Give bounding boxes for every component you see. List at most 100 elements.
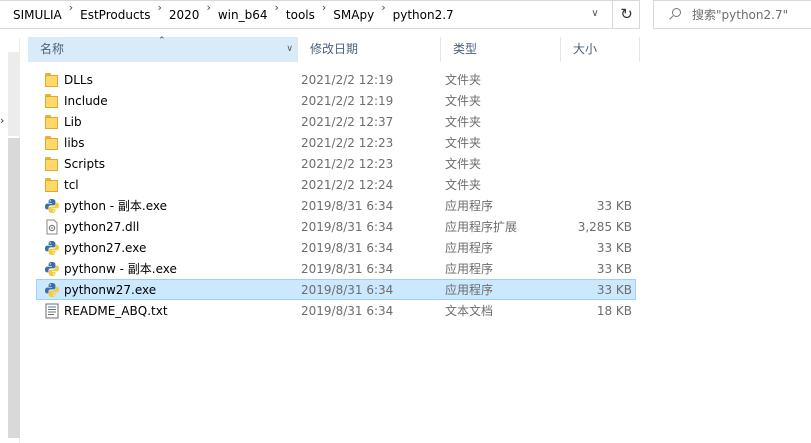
column-header-size-label: 大小 (573, 42, 598, 56)
column-header-type[interactable]: 类型 (441, 37, 561, 62)
chevron-down-icon[interactable]: ∨ (585, 6, 605, 22)
file-size: 33 KB (596, 240, 632, 255)
breadcrumb-item[interactable]: SIMULIA (0, 1, 67, 28)
breadcrumb-label: SIMULIA (13, 7, 62, 22)
chevron-down-icon[interactable]: ∨ (286, 37, 293, 62)
dll-file-icon (44, 219, 60, 235)
file-name: libs (64, 135, 85, 150)
file-size: 3,285 KB (577, 219, 632, 234)
file-date-modified: 2021/2/2 12:37 (301, 114, 394, 129)
file-type: 文本文档 (445, 304, 494, 318)
folder-icon (44, 72, 60, 88)
file-type: 应用程序扩展 (445, 220, 518, 234)
nav-scrollbar-arrow[interactable] (8, 52, 20, 136)
file-name: python27.exe (64, 240, 147, 255)
sort-ascending-icon: ⌃ (158, 36, 166, 46)
file-size: 33 KB (596, 282, 632, 297)
folder-icon (44, 93, 60, 109)
file-date-modified: 2019/8/31 6:34 (301, 240, 394, 255)
file-row[interactable]: python - 副本.exe 2019/8/31 6:34 应用程序 33 KB (36, 195, 636, 216)
file-row[interactable]: pythonw - 副本.exe 2019/8/31 6:34 应用程序 33 KB (36, 258, 636, 279)
breadcrumb-separator-icon[interactable]: › (156, 1, 164, 28)
file-date-modified: 2021/2/2 12:23 (301, 156, 394, 171)
search-icon (668, 7, 682, 22)
file-type: 文件夹 (445, 136, 482, 150)
breadcrumb-separator-icon[interactable]: › (320, 1, 328, 28)
python-icon (44, 261, 60, 277)
file-size: 18 KB (596, 303, 632, 318)
column-header-type-label: 类型 (453, 42, 478, 56)
file-date-modified: 2021/2/2 12:19 (301, 93, 394, 108)
breadcrumb-label: python2.7 (392, 7, 454, 22)
file-name: pythonw - 副本.exe (64, 262, 177, 276)
file-type: 应用程序 (445, 262, 494, 276)
breadcrumb-label: tools (285, 7, 315, 22)
file-row[interactable]: python27.dll 2019/8/31 6:34 应用程序扩展 3,285 KB (36, 216, 636, 237)
breadcrumb-separator-icon[interactable]: › (379, 1, 387, 28)
file-name: Include (64, 93, 108, 108)
file-name: Scripts (64, 156, 106, 171)
breadcrumb-item[interactable]: EstProducts (75, 1, 155, 28)
file-name: pythonw27.exe (64, 282, 157, 297)
file-name: python27.dll (64, 219, 140, 234)
breadcrumb-item[interactable]: SMApy (328, 1, 379, 28)
search-input[interactable]: 搜索"python2.7" (653, 0, 811, 29)
navigation-pane[interactable]: › (0, 38, 20, 443)
python-icon (44, 198, 60, 214)
breadcrumb-label: SMApy (333, 7, 375, 22)
file-name: README_ABQ.txt (64, 303, 168, 318)
breadcrumb-item[interactable]: win_b64 (213, 1, 273, 28)
breadcrumb-item[interactable]: 2020 (164, 1, 205, 28)
column-header-row: ⌃ 名称 ∨ 修改日期 类型 大小 (28, 36, 640, 62)
file-type: 应用程序 (445, 241, 494, 255)
file-name: DLLs (64, 72, 93, 87)
file-type: 应用程序 (445, 283, 494, 297)
breadcrumb-label: EstProducts (80, 7, 151, 22)
file-row[interactable]: python27.exe 2019/8/31 6:34 应用程序 33 KB (36, 237, 636, 258)
breadcrumb-item[interactable]: python2.7 (388, 1, 459, 28)
file-type: 应用程序 (445, 199, 494, 213)
folder-row[interactable]: DLLs 2021/2/2 12:19 文件夹 (36, 69, 636, 90)
file-list: DLLs 2021/2/2 12:19 文件夹 Include 2021/2/2 12:… (36, 69, 636, 321)
file-date-modified: 2021/2/2 12:24 (301, 177, 394, 192)
file-type: 文件夹 (445, 157, 482, 171)
file-size: 33 KB (596, 198, 632, 213)
address-bar[interactable]: SIMULIA › EstProducts › 2020 › win_b64 › tools › S… (0, 0, 640, 29)
search-placeholder: 搜索"python2.7" (692, 8, 789, 22)
file-date-modified: 2019/8/31 6:34 (301, 219, 394, 234)
folder-icon (44, 135, 60, 151)
breadcrumb-label: win_b64 (217, 7, 268, 22)
folder-row[interactable]: libs 2021/2/2 12:23 文件夹 (36, 132, 636, 153)
file-name: Lib (64, 114, 82, 129)
file-name: python - 副本.exe (64, 199, 168, 213)
file-date-modified: 2019/8/31 6:34 (301, 303, 394, 318)
file-row[interactable]: README_ABQ.txt 2019/8/31 6:34 文本文档 18 KB (36, 300, 636, 321)
folder-row[interactable]: Lib 2021/2/2 12:37 文件夹 (36, 111, 636, 132)
folder-row[interactable]: Scripts 2021/2/2 12:23 文件夹 (36, 153, 636, 174)
file-date-modified: 2021/2/2 12:19 (301, 72, 394, 87)
file-type: 文件夹 (445, 115, 482, 129)
folder-row[interactable]: Include 2021/2/2 12:19 文件夹 (36, 90, 636, 111)
column-header-date-label: 修改日期 (310, 42, 359, 56)
file-row[interactable]: pythonw27.exe 2019/8/31 6:34 应用程序 33 KB (36, 279, 636, 300)
column-header-size[interactable]: 大小 (561, 37, 640, 62)
file-date-modified: 2019/8/31 6:34 (301, 282, 394, 297)
nav-scrollbar[interactable] (8, 138, 20, 438)
python-icon (44, 240, 60, 256)
column-header-name[interactable]: ⌃ 名称 ∨ (28, 36, 298, 62)
column-header-name-label: 名称 (40, 42, 65, 56)
refresh-icon[interactable]: ↻ (612, 0, 640, 29)
breadcrumb-item[interactable]: tools (281, 1, 320, 28)
file-type: 文件夹 (445, 73, 482, 87)
breadcrumb: SIMULIA › EstProducts › 2020 › win_b64 › tools › S… (0, 1, 459, 28)
breadcrumb-separator-icon[interactable]: › (273, 1, 281, 28)
breadcrumb-separator-icon[interactable]: › (67, 1, 75, 28)
folder-icon (44, 156, 60, 172)
file-name: tcl (64, 177, 79, 192)
breadcrumb-separator-icon[interactable]: › (204, 1, 212, 28)
python-icon (44, 282, 60, 298)
folder-row[interactable]: tcl 2021/2/2 12:24 文件夹 (36, 174, 636, 195)
nav-pane-chevron-icon[interactable]: › (0, 114, 4, 127)
file-size: 33 KB (596, 261, 632, 276)
column-header-date[interactable]: 修改日期 (298, 37, 441, 62)
